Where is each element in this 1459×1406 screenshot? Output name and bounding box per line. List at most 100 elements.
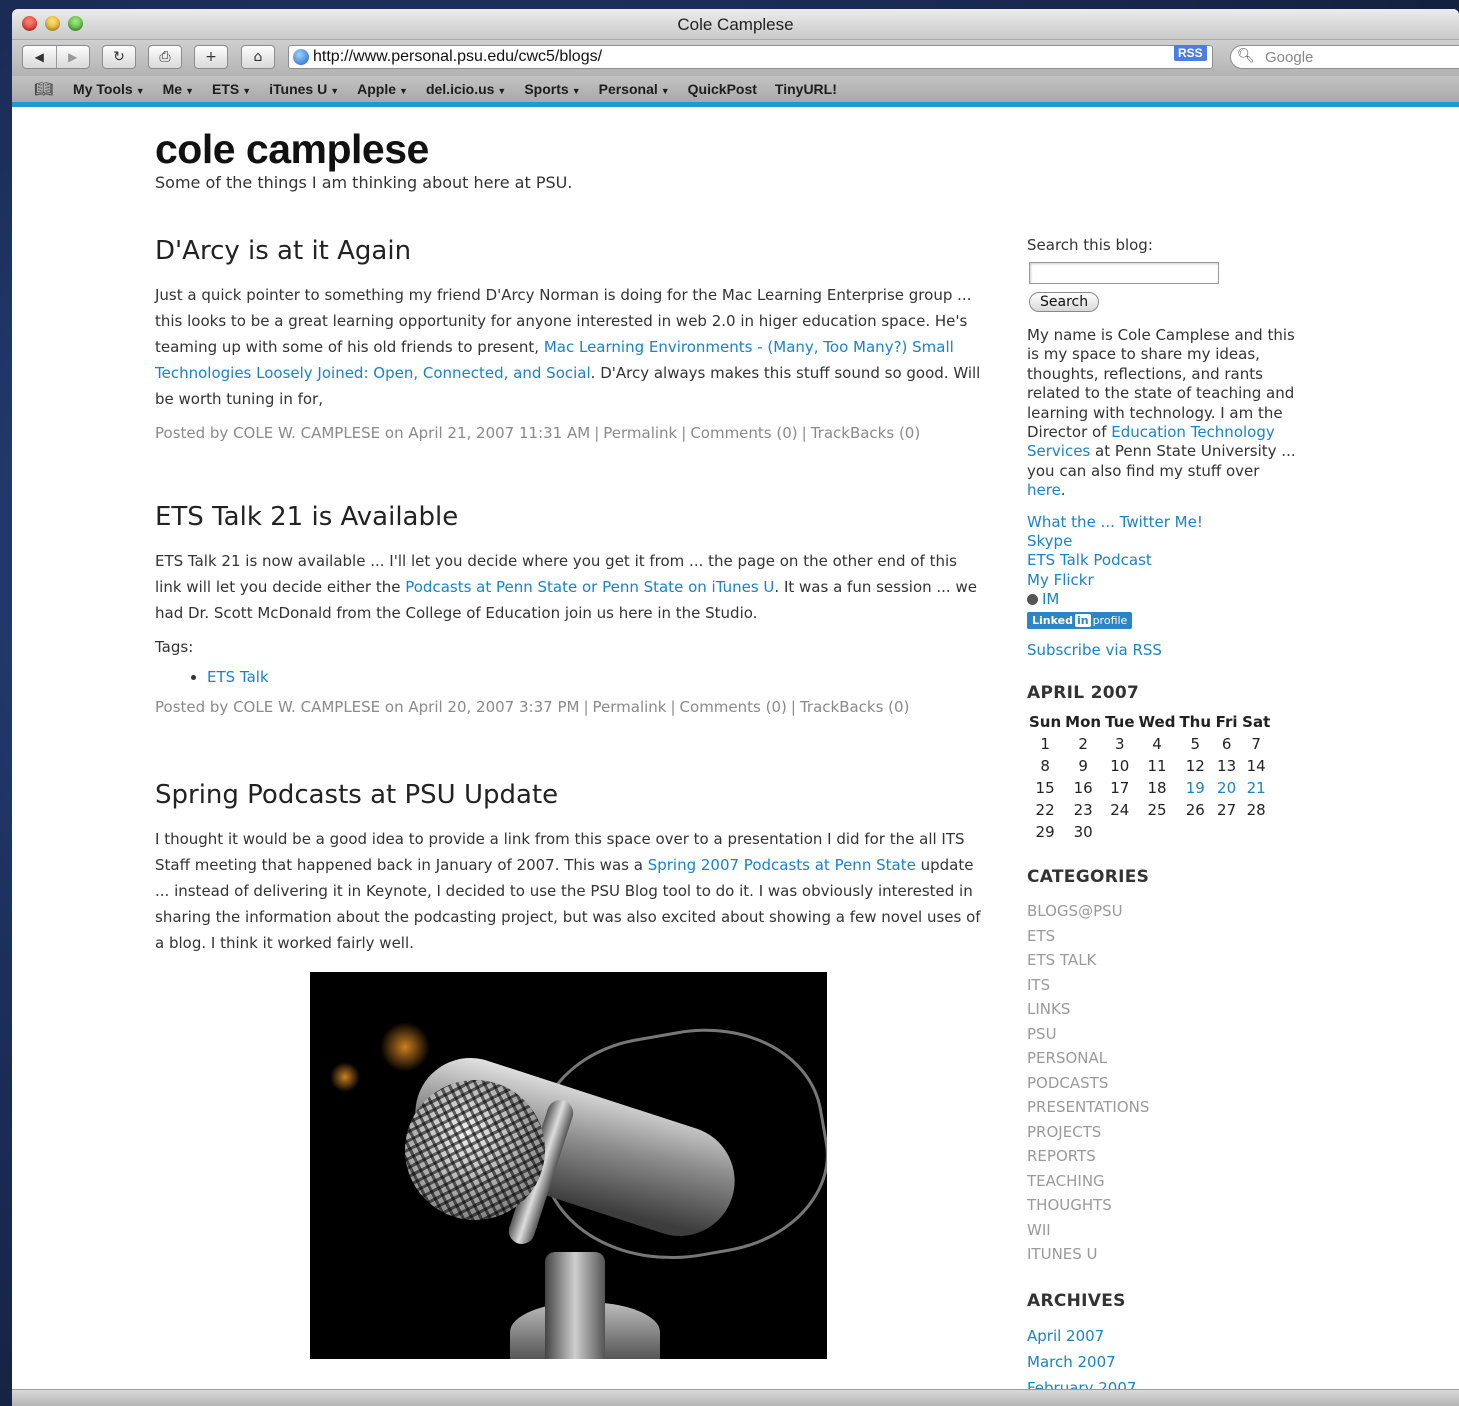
category-link[interactable]: LINKS [1027,997,1297,1022]
bookmark-itunes-u[interactable]: iTunes U ▼ [269,81,339,97]
tag-link[interactable]: ETS Talk [207,668,269,686]
post-byline: Posted by COLE W. CAMPLESE on April 21, … [155,424,591,442]
bookmark-quickpost[interactable]: QuickPost [688,81,757,97]
flickr-link[interactable]: My Flickr [1027,571,1094,589]
calendar-day: 10 [1110,757,1130,776]
divider: | [583,698,589,716]
window-title: Cole Camplese [677,15,794,34]
comments-link[interactable]: Comments (0) [690,424,797,442]
search-label: Search this blog: [1027,236,1153,254]
im-link[interactable]: IM [1042,590,1059,608]
reload-icon: ↻ [113,49,125,65]
linkedin-profile-badge[interactable]: Linked in profile [1027,611,1133,629]
calendar-day-header: Wed [1138,713,1176,732]
post-title[interactable]: Spring Podcasts at PSU Update [155,780,985,810]
permalink-link[interactable]: Permalink [603,424,677,442]
bookmark-my-tools[interactable]: My Tools ▼ [73,81,145,97]
print-button[interactable]: ⎙ [148,45,182,69]
add-bookmark-button[interactable]: + [194,45,228,69]
plus-icon: + [205,49,217,65]
category-link[interactable]: PODCASTS [1027,1071,1297,1096]
tag-item: ETS Talk [207,668,985,686]
calendar-day: 22 [1035,801,1055,820]
post-link[interactable]: Spring 2007 Podcasts at Penn State [648,856,916,874]
blog-search-input[interactable] [1029,262,1219,284]
bookmark-ets[interactable]: ETS ▼ [212,81,251,97]
category-link[interactable]: PERSONAL [1027,1046,1297,1071]
twitter-link[interactable]: What the ... Twitter Me! [1027,513,1203,531]
calendar-title: APRIL 2007 [1027,683,1140,704]
calendar-day: 1 [1040,735,1050,754]
category-link[interactable]: PSU [1027,1022,1297,1047]
post-byline: Posted by COLE W. CAMPLESE on April 20, … [155,698,580,716]
subscribe-rss-link[interactable]: Subscribe via RSS [1027,641,1162,659]
bookmark-apple[interactable]: Apple ▼ [357,81,408,97]
post-title[interactable]: ETS Talk 21 is Available [155,502,985,532]
bookmark-sports[interactable]: Sports ▼ [524,81,580,97]
permalink-link[interactable]: Permalink [593,698,667,716]
bookmark-label: Sports [524,81,569,97]
post-meta: Posted by COLE W. CAMPLESE on April 21, … [155,424,985,442]
here-link[interactable]: here [1027,481,1061,499]
category-link[interactable]: BLOGS@PSU [1027,899,1297,924]
bookmark-tinyurl[interactable]: TinyURL! [775,81,837,97]
caret-down-icon: ▼ [135,86,145,96]
blog-post: D'Arcy is at it Again Just a quick point… [155,236,985,442]
caret-down-icon: ▼ [185,86,194,96]
tag-list: ETS Talk [155,668,985,686]
category-link[interactable]: ETS TALK [1027,948,1297,973]
category-link[interactable]: WII [1027,1218,1297,1243]
calendar-day[interactable]: 19 [1177,777,1213,799]
bookmark-me[interactable]: Me ▼ [163,81,194,97]
category-link[interactable]: REPORTS [1027,1144,1297,1169]
calendar-day: 25 [1147,801,1167,820]
category-link[interactable]: ETS [1027,924,1297,949]
calendar-day: 26 [1185,801,1205,820]
reload-button[interactable]: ↻ [102,45,136,69]
archive-link[interactable]: April 2007 [1027,1327,1104,1345]
bookmark-delicious[interactable]: del.icio.us ▼ [426,81,506,97]
category-link[interactable]: ITS [1027,973,1297,998]
open-book-icon[interactable]: 📖︎ [34,80,53,98]
archive-link[interactable]: March 2007 [1027,1353,1116,1371]
bookmark-label: Personal [598,81,658,97]
trackbacks-link[interactable]: TrackBacks (0) [811,424,921,442]
calendar-day [1103,821,1136,843]
category-link[interactable]: PRESENTATIONS [1027,1095,1297,1120]
caret-down-icon: ▼ [660,86,670,96]
forward-arrow-icon[interactable]: ▶ [57,50,90,64]
back-arrow-icon[interactable]: ◀ [23,50,56,64]
home-icon: ⌂ [253,49,263,65]
skype-link[interactable]: Skype [1027,532,1072,550]
calendar-day [1177,821,1213,843]
search-button[interactable]: Search [1029,292,1100,312]
site-title[interactable]: cole camplese [155,126,429,173]
ets-talk-podcast-link[interactable]: ETS Talk Podcast [1027,551,1152,569]
rss-button[interactable]: RSS [1174,45,1207,61]
search-field[interactable]: 🔍︎ Google [1230,45,1459,69]
linkedin-in-logo: in [1074,613,1091,627]
im-status-icon [1027,594,1038,606]
calendar-day-header: Mon [1065,713,1102,732]
category-link[interactable]: THOUGHTS [1027,1193,1297,1218]
calendar-day[interactable]: 21 [1240,777,1272,799]
calendar-day[interactable]: 20 [1213,777,1240,799]
printer-icon: ⎙ [159,49,171,65]
post-link[interactable]: Podcasts at Penn State or Penn State on … [405,578,774,596]
calendar: Sun Mon Tue Wed Thu Fri Sat 1 2 3 4 5 6 7 8 9 10 11 12 13 1… [1027,713,1272,843]
main-content: D'Arcy is at it Again Just a quick point… [155,236,985,1359]
comments-link[interactable]: Comments (0) [680,698,787,716]
category-link[interactable]: TEACHING [1027,1169,1297,1194]
post-title[interactable]: D'Arcy is at it Again [155,236,985,266]
bookmark-personal[interactable]: Personal ▼ [599,81,670,97]
address-bar[interactable]: http://www.personal.psu.edu/cwc5/blogs/ [288,45,1213,69]
bookmark-label: del.icio.us [425,81,495,97]
categories-title: CATEGORIES [1027,867,1150,888]
home-button[interactable]: ⌂ [241,45,275,69]
category-link[interactable]: PROJECTS [1027,1120,1297,1145]
category-list: BLOGS@PSU ETS ETS TALK ITS LINKS PSU PERSONAL P… [1027,899,1297,1267]
trackbacks-link[interactable]: TrackBacks (0) [800,698,910,716]
category-link[interactable]: ITUNES U [1027,1242,1297,1267]
calendar-day: 23 [1073,801,1093,820]
about-text-part: . [1060,481,1066,500]
